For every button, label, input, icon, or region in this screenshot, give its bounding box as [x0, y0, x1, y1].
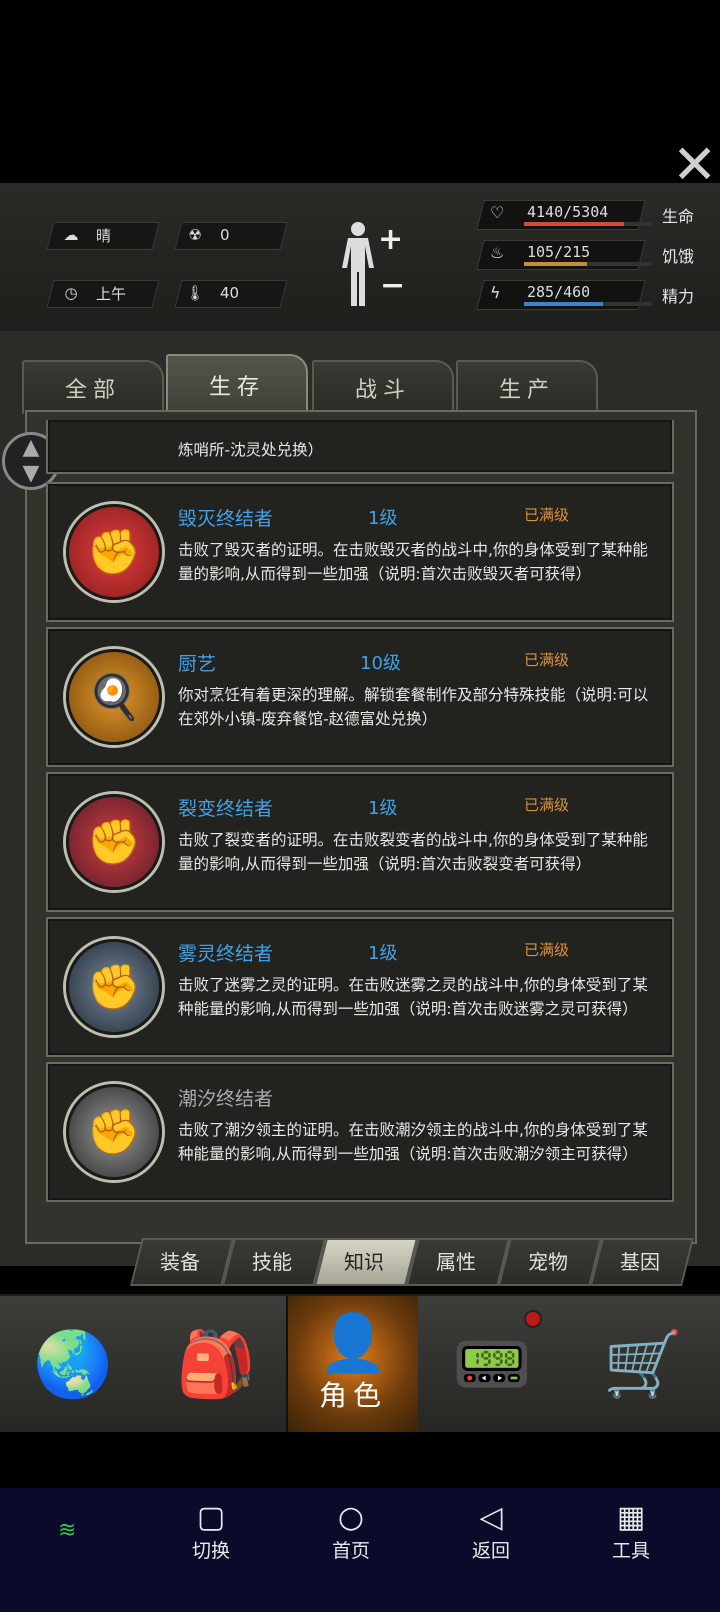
notification-dot	[524, 1310, 542, 1328]
card-title: 毁灭终结者	[178, 508, 274, 530]
card-level: 10级	[360, 653, 401, 674]
card-max-level: 已满级	[524, 796, 570, 814]
health-value: 4140/5304	[527, 203, 609, 221]
time-text: 上午	[96, 284, 127, 303]
card-desc: 击败了潮汐领主的证明。在击败潮汐领主的战斗中,你的身体受到了某种能量的影响,从而…	[178, 1121, 648, 1163]
character-head-icon: 👤	[318, 1311, 388, 1376]
grid-icon: ▦	[616, 1500, 646, 1535]
energy-bolt-icon: ϟ	[490, 283, 501, 302]
circle-icon: ○	[337, 1500, 365, 1535]
close-x-icon[interactable]: ✕	[672, 135, 717, 195]
card-max-level: 已满级	[524, 941, 570, 959]
health-label: 生命	[662, 207, 695, 226]
fist-icon: ✊	[66, 1084, 162, 1180]
nav-map[interactable]: 🌏	[0, 1296, 148, 1432]
temperature-value: 40	[220, 284, 240, 302]
radio-phone-icon: 📟	[452, 1327, 532, 1402]
triangle-back-icon: ◁	[479, 1500, 503, 1535]
clock-icon: ◷	[64, 284, 78, 302]
minus-icon[interactable]: −	[380, 268, 405, 303]
list-item[interactable]: 🍳 厨艺 10级 已满级 你对烹饪有着更深的理解。解锁套餐制作及部分特殊技能（说…	[46, 627, 674, 767]
cloud-sun-icon: ☁	[63, 226, 79, 244]
card-title: 厨艺	[178, 653, 217, 675]
card-desc: 击败了裂变者的证明。在击败裂变者的战斗中,你的身体受到了某种能量的影响,从而得到…	[178, 831, 648, 873]
wifi-icon: ≋	[58, 1518, 77, 1543]
hunger-bar-fill	[524, 262, 587, 266]
card-desc: 你对烹饪有着更深的理解。解锁套餐制作及部分特殊技能（说明:可以在郊外小镇-废弃餐…	[178, 686, 649, 728]
radiation-value: 0	[220, 226, 230, 244]
sys-tools-label: 工具	[611, 1540, 650, 1562]
subtab-equipment-label: 装备	[160, 1250, 200, 1274]
card-level: 1级	[368, 508, 398, 529]
subtab-skills-label: 技能	[252, 1250, 292, 1274]
sys-home-label: 首页	[331, 1540, 370, 1562]
energy-value: 285/460	[527, 283, 591, 301]
partial-card-desc: 炼哨所-沈灵处兑换）	[178, 441, 324, 459]
list-item[interactable]: ✊ 潮汐终结者 击败了潮汐领主的证明。在击败潮汐领主的战斗中,你的身体受到了某种…	[46, 1062, 674, 1202]
nav-backpack[interactable]: 🎒	[146, 1296, 288, 1432]
card-level: 1级	[368, 798, 398, 819]
energy-bar-fill	[524, 302, 604, 306]
subtab-pets-label: 宠物	[528, 1250, 568, 1274]
list-item[interactable]: ✊ 毁灭终结者 1级 已满级 击败了毁灭者的证明。在击败毁灭者的战斗中,你的身体…	[46, 482, 674, 622]
hunger-value: 105/215	[527, 243, 591, 261]
fist-icon: ✊	[66, 504, 162, 600]
vital-hunger: ♨ 105/215 饥饿	[476, 240, 702, 270]
tab-combat[interactable]: 战斗	[312, 360, 454, 414]
card-title: 雾灵终结者	[178, 943, 274, 965]
sys-home[interactable]: ○ 首页	[306, 1500, 396, 1563]
hunger-label: 饥饿	[662, 247, 695, 266]
nav-character[interactable]: 👤 角色	[288, 1296, 420, 1432]
tab-production[interactable]: 生产	[456, 360, 598, 414]
square-icon: ▢	[196, 1500, 226, 1535]
sys-back[interactable]: ◁ 返回	[446, 1500, 536, 1563]
card-max-level: 已满级	[524, 506, 570, 524]
card-desc: 击败了迷雾之灵的证明。在击败迷雾之灵的战斗中,你的身体受到了某种能量的影响,从而…	[178, 976, 648, 1018]
vital-energy: ϟ 285/460 精力	[476, 280, 702, 310]
nav-radio[interactable]: 📟	[418, 1296, 568, 1432]
energy-label: 精力	[662, 287, 695, 306]
subtab-genes-label: 基因	[620, 1250, 660, 1274]
card-title: 潮汐终结者	[178, 1088, 274, 1110]
shopping-cart-icon: 🛒	[603, 1327, 683, 1402]
stomach-icon: ♨	[490, 243, 505, 262]
weather-text: 晴	[96, 226, 112, 245]
fist-icon: ✊	[66, 794, 162, 890]
sys-switch-label: 切换	[191, 1540, 230, 1562]
card-level: 1级	[368, 943, 398, 964]
card-desc: 击败了毁灭者的证明。在击败毁灭者的战斗中,你的身体受到了某种能量的影响,从而得到…	[178, 541, 648, 583]
list-item-partial[interactable]: 炼哨所-沈灵处兑换）	[46, 420, 674, 474]
body-figure-icon[interactable]	[338, 220, 378, 308]
plus-icon[interactable]: +	[378, 222, 403, 257]
tab-all[interactable]: 全部	[22, 360, 164, 414]
subtab-attributes-label: 属性	[436, 1250, 476, 1274]
sys-switch[interactable]: ▢ 切换	[166, 1500, 256, 1563]
health-bar-fill	[524, 222, 624, 226]
chef-hat-icon: 🍳	[66, 649, 162, 745]
fist-icon: ✊	[66, 939, 162, 1035]
heart-pulse-icon: ♡	[490, 203, 505, 222]
radiation-icon: ☢	[188, 226, 202, 244]
backpack-icon: 🎒	[176, 1327, 256, 1402]
list-item[interactable]: ✊ 裂变终结者 1级 已满级 击败了裂变者的证明。在击败裂变者的战斗中,你的身体…	[46, 772, 674, 912]
sys-tools[interactable]: ▦ 工具	[586, 1500, 676, 1563]
tab-survival[interactable]: 生存	[166, 354, 308, 414]
subtab-knowledge-label: 知识	[344, 1250, 384, 1274]
nav-shop[interactable]: 🛒	[566, 1296, 720, 1432]
sys-back-label: 返回	[471, 1540, 510, 1562]
card-title: 裂变终结者	[178, 798, 274, 820]
vital-health: ♡ 4140/5304 生命	[476, 200, 702, 230]
card-max-level: 已满级	[524, 651, 570, 669]
nav-character-label: 角色	[318, 1379, 387, 1412]
list-item[interactable]: ✊ 雾灵终结者 1级 已满级 击败了迷雾之灵的证明。在击败迷雾之灵的战斗中,你的…	[46, 917, 674, 1057]
globe-icon: 🌏	[33, 1327, 113, 1402]
thermometer-icon: 🌡	[185, 284, 205, 302]
